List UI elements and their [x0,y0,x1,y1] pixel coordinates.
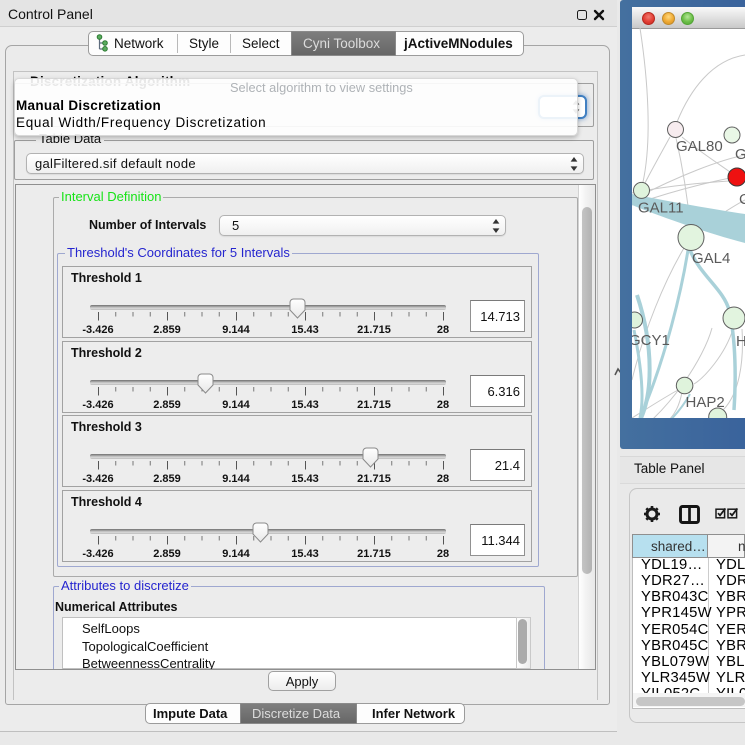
svg-text:GAL4: GAL4 [692,250,730,267]
svg-text:GAL11: GAL11 [638,200,684,217]
svg-text:GCY1: GCY1 [632,332,670,349]
svg-text:GAL80: GAL80 [676,138,723,155]
svg-text:CY: CY [739,191,745,208]
svg-text:HA: HA [736,333,745,350]
svg-text:HAP2: HAP2 [686,394,725,411]
svg-text:GA: GA [735,146,745,163]
